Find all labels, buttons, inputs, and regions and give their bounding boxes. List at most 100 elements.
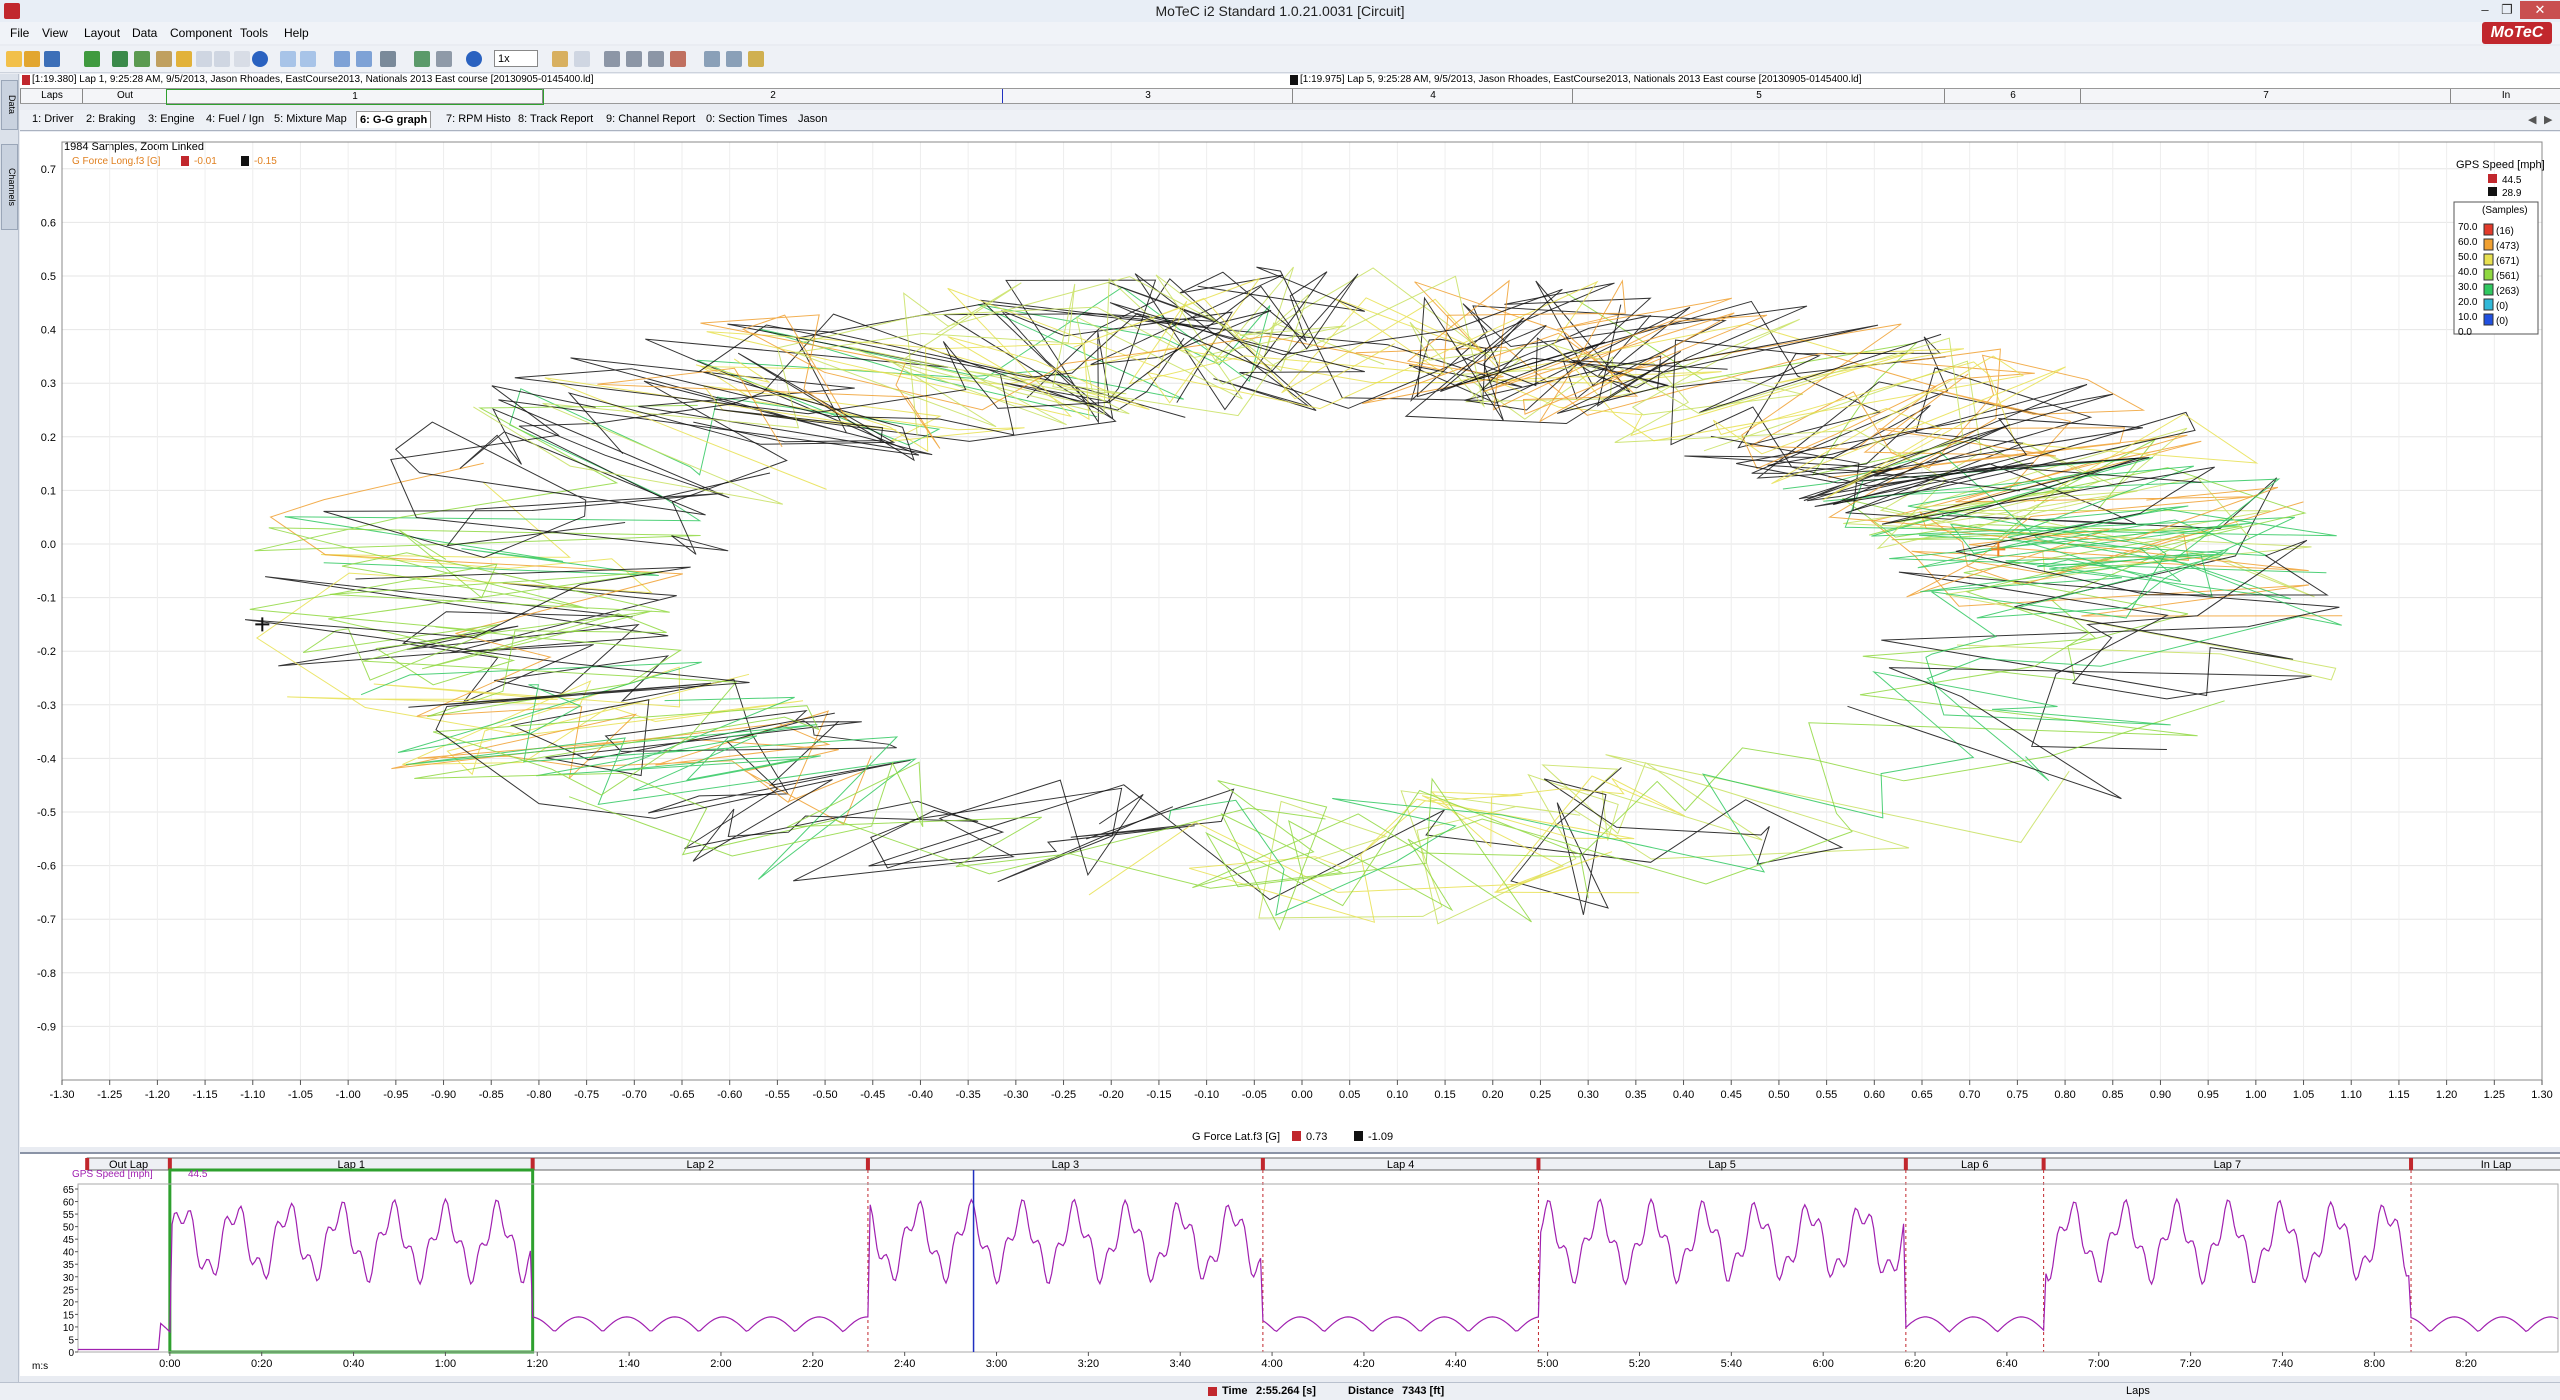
zoom-fit-icon[interactable] xyxy=(704,51,720,67)
tab-mixture-map[interactable]: 5: Mixture Map xyxy=(274,113,347,125)
properties-icon[interactable] xyxy=(552,51,568,67)
next-lap-icon[interactable] xyxy=(356,51,372,67)
cursor-mode-icon[interactable] xyxy=(280,51,296,67)
magnify-reset-icon[interactable] xyxy=(670,51,686,67)
y-tick-label: 0.6 xyxy=(41,217,56,229)
y-tick-label: -0.3 xyxy=(37,700,56,712)
reference-marker-icon xyxy=(22,75,30,85)
lock-icon[interactable] xyxy=(574,51,590,67)
legend-bin-count: (0) xyxy=(2496,301,2508,312)
side-tab-data[interactable]: Data xyxy=(1,80,18,130)
y-ref-marker-icon xyxy=(181,156,189,166)
x-tick-label: 1.30 xyxy=(2531,1089,2552,1101)
y-tick-label: 0.7 xyxy=(41,164,56,176)
tab-section-times[interactable]: 0: Section Times xyxy=(706,113,787,125)
tab-fuel-ign[interactable]: 4: Fuel / Ign xyxy=(206,113,264,125)
lap-boundary-marker xyxy=(2041,1158,2046,1170)
lap-7[interactable]: 7 xyxy=(2080,89,2451,103)
playback-speed-select[interactable]: 1x xyxy=(494,50,538,67)
lap-out[interactable]: Out xyxy=(82,89,167,103)
filter-icon[interactable] xyxy=(134,51,150,67)
gps-speed-time-chart[interactable]: Out Lap Lap 1 Lap 2 Lap 3 Lap 4 Lap 5 Lap 6 Lap… xyxy=(20,1154,2560,1376)
lap-4[interactable]: 4 xyxy=(1292,89,1573,103)
menu-component[interactable]: Component xyxy=(170,26,232,40)
download-icon[interactable] xyxy=(84,51,100,67)
legend-bin-value: 20.0 xyxy=(2458,297,2478,308)
tab-gg-graph[interactable]: 6: G-G graph xyxy=(356,111,432,128)
zoom-out-icon[interactable] xyxy=(436,51,452,67)
new-workbook-icon[interactable] xyxy=(6,51,22,67)
legend-bin-count: (561) xyxy=(2496,271,2519,282)
x-tick-label: 0.00 xyxy=(1291,1089,1312,1101)
x-cursor-ref: 0.73 xyxy=(1306,1131,1327,1143)
gg-scatter-chart[interactable]: 1984 Samples, Zoom Linked G Force Long.f… xyxy=(20,132,2560,1147)
report-icon[interactable] xyxy=(234,51,250,67)
time-tick-label: 0:00 xyxy=(159,1358,180,1370)
tab-engine[interactable]: 3: Engine xyxy=(148,113,194,125)
tab-scroll-left-icon[interactable]: ◀ xyxy=(2528,113,2536,126)
lap-in[interactable]: In xyxy=(2450,89,2560,103)
legend-bin-value: 30.0 xyxy=(2458,282,2478,293)
tab-rpm-histo[interactable]: 7: RPM Histo xyxy=(446,113,511,125)
side-tab-channels[interactable]: Channels xyxy=(1,144,18,230)
menu-data[interactable]: Data xyxy=(132,26,157,40)
menu-file[interactable]: File xyxy=(10,26,29,40)
restore-button[interactable]: ❐ xyxy=(2496,1,2518,19)
lap-6[interactable]: 6 xyxy=(1944,89,2081,103)
menu-tools[interactable]: Tools xyxy=(240,26,268,40)
tab-jason[interactable]: Jason xyxy=(798,113,827,125)
folder-icon[interactable] xyxy=(176,51,192,67)
x-tick-label: -0.55 xyxy=(765,1089,790,1101)
x-tick-label: 1.10 xyxy=(2341,1089,2362,1101)
color-ref-marker-icon xyxy=(2488,174,2497,183)
legend-bin-swatch xyxy=(2483,313,2494,326)
y-axis-label: G Force Long.f3 [G] xyxy=(72,156,161,167)
tab-track-report[interactable]: 8: Track Report xyxy=(518,113,593,125)
play-icon[interactable] xyxy=(466,51,482,67)
tab-scroll-right-icon[interactable]: ▶ xyxy=(2544,113,2552,126)
table-icon[interactable] xyxy=(214,51,230,67)
x-tick-label: 1.00 xyxy=(2245,1089,2266,1101)
edit-icon[interactable] xyxy=(156,51,172,67)
magnify-y-icon[interactable] xyxy=(648,51,664,67)
motec-window: MoTeC i2 Standard 1.0.21.0031 [Circuit] … xyxy=(0,0,2560,1400)
speed-tick-label: 15 xyxy=(63,1310,75,1321)
x-cursor-cmp: -1.09 xyxy=(1368,1131,1393,1143)
document-icon[interactable] xyxy=(196,51,212,67)
time-graph-panel[interactable]: Out Lap Lap 1 Lap 2 Lap 3 Lap 4 Lap 5 Lap 6 Lap… xyxy=(20,1152,2560,1376)
gg-graph-panel[interactable]: 1984 Samples, Zoom Linked G Force Long.f… xyxy=(20,132,2560,1147)
zoom-all-icon[interactable] xyxy=(748,51,764,67)
distance-label: Distance xyxy=(1348,1385,1394,1397)
laps-bar: Laps Out 1 2 3 4 5 6 7 In xyxy=(20,88,2560,105)
gg-trace xyxy=(249,529,1326,875)
x-tick-label: -1.15 xyxy=(193,1089,218,1101)
x-tick-label: 0.90 xyxy=(2150,1089,2171,1101)
lap-2[interactable]: 2 xyxy=(542,89,1003,103)
magnify-x-icon[interactable] xyxy=(626,51,642,67)
refresh-data-icon[interactable] xyxy=(112,51,128,67)
legend-bin-value: 10.0 xyxy=(2458,312,2478,323)
open-folder-icon[interactable] xyxy=(24,51,40,67)
magnify-icon[interactable] xyxy=(604,51,620,67)
menu-view[interactable]: View xyxy=(42,26,68,40)
series-cursor-value: 44.5 xyxy=(188,1169,208,1180)
tab-braking[interactable]: 2: Braking xyxy=(86,113,136,125)
lap-3[interactable]: 3 xyxy=(1002,89,1293,103)
zoom-in-icon[interactable] xyxy=(414,51,430,67)
tab-driver[interactable]: 1: Driver xyxy=(32,113,74,125)
tab-channel-report[interactable]: 9: Channel Report xyxy=(606,113,695,125)
speed-tick-label: 10 xyxy=(63,1323,75,1334)
zoom-lap-icon[interactable] xyxy=(726,51,742,67)
minimize-button[interactable]: – xyxy=(2474,1,2496,19)
funnel-icon[interactable] xyxy=(380,51,396,67)
menu-layout[interactable]: Layout xyxy=(84,26,120,40)
lap-1[interactable]: 1 xyxy=(166,89,544,105)
x-tick-label: -0.15 xyxy=(1146,1089,1171,1101)
save-icon[interactable] xyxy=(44,51,60,67)
close-button[interactable]: ✕ xyxy=(2520,1,2560,19)
info-icon[interactable] xyxy=(252,51,268,67)
previous-lap-icon[interactable] xyxy=(334,51,350,67)
overlay-mode-icon[interactable] xyxy=(300,51,316,67)
menu-help[interactable]: Help xyxy=(284,26,309,40)
lap-5[interactable]: 5 xyxy=(1572,89,1945,103)
